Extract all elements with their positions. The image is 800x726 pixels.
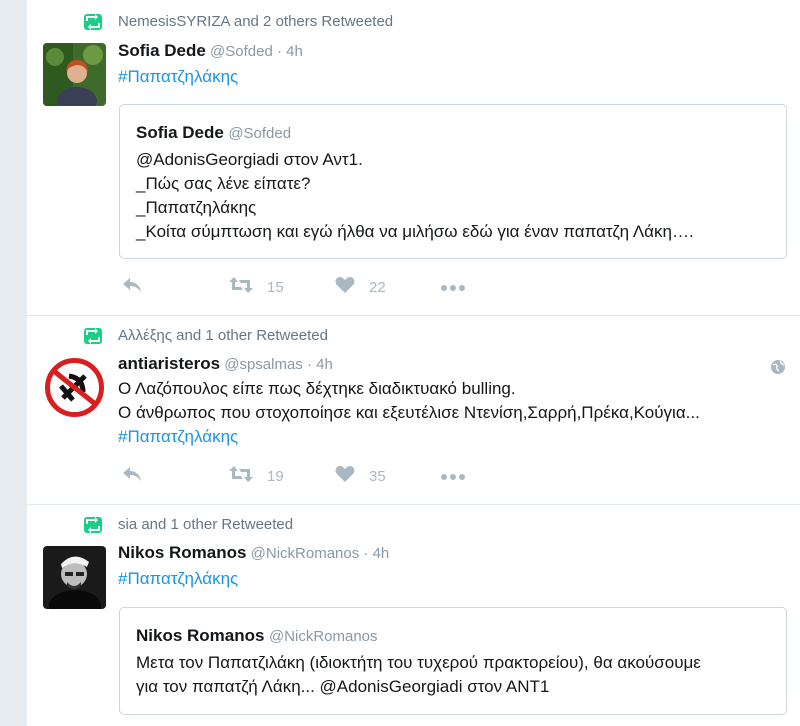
retweet-icon [84, 14, 102, 30]
retweet-button[interactable]: 15 [229, 275, 284, 299]
reply-icon [122, 276, 142, 298]
retweet-context-text: sia and 1 other Retweeted [118, 516, 294, 533]
tweet-text: Ο Λαζόπουλος είπε πως δέχτηκε διαδικτυακ… [118, 377, 700, 449]
heart-icon [335, 276, 355, 298]
more-button[interactable] [440, 275, 466, 299]
quote-text: @AdonisGeorgiadi στον Αντ1. _Πώς σας λέν… [136, 148, 694, 244]
tweet-text: #Παπατζηλάκης [118, 65, 238, 89]
more-dots-icon [440, 468, 466, 485]
retweet-count: 15 [267, 278, 284, 296]
quoted-tweet[interactable]: Sofia Dede @Sofded @AdonisGeorgiadi στον… [119, 104, 787, 259]
quote-line: _Παπατζηλάκης [136, 198, 257, 217]
tweet-text: #Παπατζηλάκης [118, 567, 238, 591]
quote-fullname: Nikos Romanos [136, 626, 265, 645]
separator: · [276, 43, 282, 60]
quote-line: _Κοίτα σύμπτωση και εγώ ήλθα να μιλήσω ε… [136, 222, 694, 241]
timestamp[interactable]: 4h [316, 356, 333, 373]
avatar[interactable] [43, 546, 106, 609]
fullname[interactable]: Sofia Dede [118, 41, 206, 60]
timestamp[interactable]: 4h [286, 43, 303, 60]
globe-icon [770, 359, 786, 375]
fullname[interactable]: Nikos Romanos [118, 543, 246, 562]
separator: · [306, 356, 312, 373]
heart-icon [335, 465, 355, 487]
reply-icon [122, 465, 142, 487]
tweet-header: antiaristeros @spsalmas · 4h [118, 354, 333, 374]
tweet-line: Ο Λαζόπουλος είπε πως δέχτηκε διαδικτυακ… [118, 379, 516, 398]
timestamp[interactable]: 4h [373, 545, 390, 562]
avatar[interactable] [43, 43, 106, 106]
quote-line: Μετα τον Παπατζιλάκη (ιδιοκτήτη του τυχε… [136, 653, 701, 672]
retweet-icon [229, 465, 253, 487]
quote-header: Sofia Dede @Sofded [136, 123, 291, 143]
retweet-button[interactable]: 19 [229, 464, 284, 488]
more-dots-icon [440, 279, 466, 296]
retweet-context-text: NemesisSYRIZA and 2 others Retweeted [118, 13, 394, 30]
quoted-tweet[interactable]: Nikos Romanos @NickRomanos Μετα τον Παπα… [119, 607, 787, 715]
quote-text: Μετα τον Παπατζιλάκη (ιδιοκτήτη του τυχε… [136, 651, 701, 699]
like-count: 35 [369, 467, 386, 485]
tweet[interactable]: NemesisSYRIZA and 2 others Retweeted Sof… [27, 0, 800, 316]
retweet-context[interactable]: Αλλέξης and 1 other Retweeted [84, 327, 328, 344]
tweet[interactable]: sia and 1 other Retweeted Nikos Romanos … [27, 505, 800, 726]
tweet-header: Sofia Dede @Sofded · 4h [118, 41, 303, 61]
quote-handle: @NickRomanos [268, 628, 378, 645]
more-button[interactable] [440, 464, 466, 488]
like-count: 22 [369, 278, 386, 296]
reply-button[interactable] [122, 464, 142, 488]
retweet-context[interactable]: NemesisSYRIZA and 2 others Retweeted [84, 13, 394, 30]
tweet[interactable]: Αλλέξης and 1 other Retweeted antiariste… [27, 316, 800, 505]
retweet-count: 19 [267, 467, 284, 485]
quote-handle: @Sofded [228, 125, 292, 142]
retweet-icon [84, 328, 102, 344]
like-button[interactable]: 22 [335, 275, 386, 299]
quote-line: @AdonisGeorgiadi στον Αντ1. [136, 150, 363, 169]
separator: · [363, 545, 369, 562]
avatar[interactable] [43, 356, 106, 419]
timeline: NemesisSYRIZA and 2 others Retweeted Sof… [27, 0, 800, 726]
handle[interactable]: @spsalmas [224, 356, 303, 373]
quote-fullname: Sofia Dede [136, 123, 224, 142]
handle[interactable]: @NickRomanos [251, 545, 360, 562]
hashtag-link[interactable]: #Παπατζηλάκης [118, 425, 700, 449]
retweet-context[interactable]: sia and 1 other Retweeted [84, 516, 294, 533]
quote-header: Nikos Romanos @NickRomanos [136, 626, 378, 646]
retweet-icon [84, 517, 102, 533]
hashtag-link[interactable]: #Παπατζηλάκης [118, 567, 238, 591]
reply-button[interactable] [122, 275, 142, 299]
quote-line: για τον παπατζή Λάκη... @AdonisGeorgiadi… [136, 677, 550, 696]
handle[interactable]: @Sofded [210, 43, 273, 60]
tweet-header: Nikos Romanos @NickRomanos · 4h [118, 543, 389, 563]
quote-line: _Πώς σας λένε είπατε? [136, 174, 311, 193]
fullname[interactable]: antiaristeros [118, 354, 220, 373]
retweet-icon [229, 276, 253, 298]
like-button[interactable]: 35 [335, 464, 386, 488]
hashtag-link[interactable]: #Παπατζηλάκης [118, 65, 238, 89]
tweet-line: Ο άνθρωπος που στοχοποίησε και εξευτέλισ… [118, 403, 700, 422]
retweet-context-text: Αλλέξης and 1 other Retweeted [118, 327, 328, 344]
